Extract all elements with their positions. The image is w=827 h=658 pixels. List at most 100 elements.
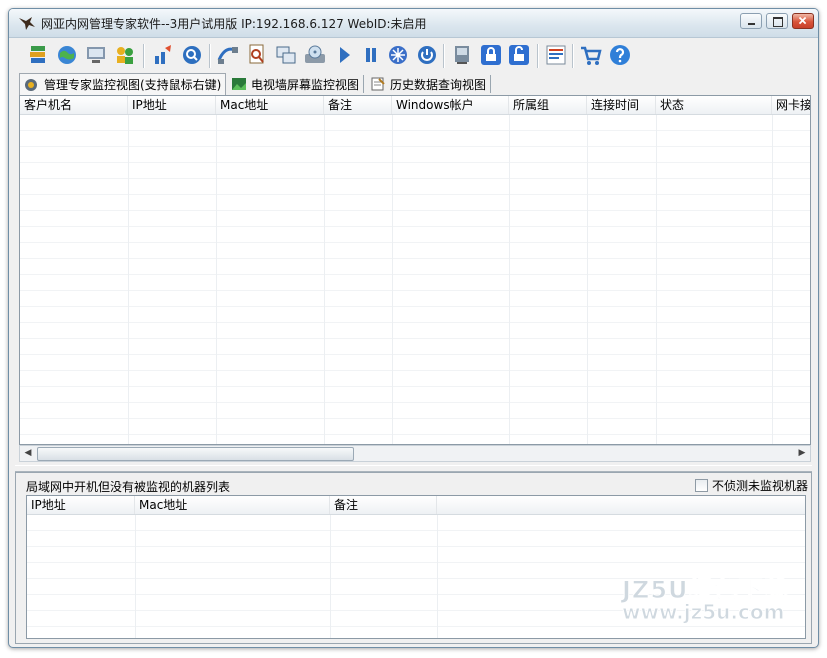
windows-icon bbox=[276, 46, 296, 64]
pane-splitter[interactable] bbox=[15, 465, 812, 472]
toolbar bbox=[9, 38, 818, 76]
search-globe-icon bbox=[183, 46, 201, 64]
column-divider bbox=[324, 115, 325, 444]
table-body bbox=[20, 115, 810, 444]
eagle-app-icon bbox=[19, 17, 35, 30]
client-monitor-table[interactable]: 客户机名 IP地址 Mac地址 备注 Windows帐户 所属组 连接时间 状态… bbox=[19, 95, 811, 445]
toolbar-separator bbox=[537, 44, 539, 68]
toolbar-button-9[interactable] bbox=[273, 42, 299, 68]
toolbar-button-2[interactable] bbox=[54, 42, 80, 68]
network-cable-icon bbox=[217, 47, 238, 64]
column-header[interactable]: 网卡接 bbox=[772, 96, 810, 114]
toolbar-button-13[interactable] bbox=[385, 42, 411, 68]
column-header[interactable]: 备注 bbox=[324, 96, 392, 114]
column-divider bbox=[128, 115, 129, 444]
table-header: 客户机名 IP地址 Mac地址 备注 Windows帐户 所属组 连接时间 状态… bbox=[20, 96, 810, 115]
toolbar-button-15[interactable] bbox=[449, 42, 475, 68]
computer-screen-icon bbox=[87, 47, 105, 63]
minimize-button[interactable] bbox=[740, 13, 762, 29]
column-divider bbox=[135, 515, 136, 638]
column-divider bbox=[587, 115, 588, 444]
column-divider bbox=[392, 115, 393, 444]
column-header[interactable]: IP地址 bbox=[27, 496, 135, 514]
monitor-view-icon bbox=[25, 78, 37, 91]
tab-label: 管理专家监控视图(支持鼠标右键) bbox=[44, 78, 222, 92]
column-header[interactable]: 连接时间 bbox=[587, 96, 656, 114]
toolbar-button-6[interactable] bbox=[179, 42, 205, 68]
tab-history-view[interactable]: 历史数据查询视图 bbox=[366, 75, 492, 93]
disc-drive-icon bbox=[305, 45, 325, 63]
window-title: 网亚内网管理专家软件--3用户试用版 IP:192.168.6.127 WebI… bbox=[41, 17, 427, 31]
toolbar-button-17[interactable] bbox=[506, 42, 532, 68]
column-divider bbox=[216, 115, 217, 444]
toolbar-button-20[interactable] bbox=[607, 42, 633, 68]
toolbar-button-5[interactable] bbox=[150, 42, 176, 68]
column-header[interactable]: 所属组 bbox=[509, 96, 587, 114]
column-divider bbox=[437, 515, 438, 638]
power-icon bbox=[418, 46, 436, 64]
maximize-button[interactable] bbox=[766, 13, 788, 29]
scroll-right-arrow-icon[interactable]: ▶ bbox=[794, 446, 810, 461]
window-controls bbox=[740, 13, 814, 29]
picture-icon bbox=[232, 78, 246, 90]
toolbar-separator bbox=[143, 44, 145, 68]
toolbar-button-16[interactable] bbox=[478, 42, 504, 68]
tab-tv-wall-view[interactable]: 电视墙屏幕监控视图 bbox=[227, 75, 365, 93]
pause-icon bbox=[366, 48, 376, 62]
close-icon bbox=[798, 16, 807, 25]
close-button[interactable] bbox=[792, 13, 814, 29]
help-icon bbox=[610, 45, 630, 65]
toolbar-button-1[interactable] bbox=[25, 42, 51, 68]
column-header[interactable]: IP地址 bbox=[128, 96, 216, 114]
column-header[interactable]: 备注 bbox=[330, 496, 437, 514]
app-window: 网亚内网管理专家软件--3用户试用版 IP:192.168.6.127 WebI… bbox=[8, 8, 819, 648]
toolbar-button-8[interactable] bbox=[244, 42, 270, 68]
monitor-icon bbox=[455, 46, 469, 64]
toolbar-separator bbox=[209, 44, 211, 68]
lock-icon bbox=[481, 45, 501, 65]
table-header: IP地址 Mac地址 备注 bbox=[27, 496, 805, 515]
toolbar-button-12[interactable] bbox=[358, 42, 384, 68]
users-icon bbox=[117, 47, 133, 64]
toolbar-separator bbox=[443, 44, 445, 68]
toolbar-separator bbox=[572, 44, 574, 68]
column-divider bbox=[330, 515, 331, 638]
scroll-left-arrow-icon[interactable]: ◀ bbox=[20, 446, 36, 461]
toolbar-button-18[interactable] bbox=[543, 42, 569, 68]
shopping-cart-icon bbox=[581, 46, 602, 65]
toolbar-button-10[interactable] bbox=[302, 42, 328, 68]
column-header[interactable]: Mac地址 bbox=[135, 496, 330, 514]
toolbar-button-14[interactable] bbox=[414, 42, 440, 68]
column-divider bbox=[656, 115, 657, 444]
toolbar-button-19[interactable] bbox=[578, 42, 604, 68]
scrollbar-thumb[interactable] bbox=[37, 447, 354, 461]
unlock-icon bbox=[509, 45, 529, 65]
toolbar-button-4[interactable] bbox=[112, 42, 138, 68]
checkbox-box[interactable] bbox=[694, 479, 708, 492]
column-header[interactable]: Mac地址 bbox=[216, 96, 324, 114]
view-tabs: 管理专家监控视图(支持鼠标右键) 电视墙屏幕监控视图 历史数据查询视图 bbox=[9, 73, 818, 95]
column-divider bbox=[772, 115, 773, 444]
column-header[interactable]: 状态 bbox=[656, 96, 772, 114]
watermark-line-2: www.jz5u.com bbox=[621, 600, 785, 625]
toolbar-button-11[interactable] bbox=[331, 42, 357, 68]
site-watermark: JZ5U绿色下载 www.jz5u.com bbox=[621, 570, 802, 626]
column-divider bbox=[509, 115, 510, 444]
maximize-icon bbox=[773, 17, 783, 27]
horizontal-scrollbar[interactable]: ◀ ▶ bbox=[19, 445, 811, 462]
column-header[interactable]: Windows帐户 bbox=[392, 96, 509, 114]
minimize-icon bbox=[748, 23, 755, 25]
toolbar-button-7[interactable] bbox=[215, 42, 241, 68]
play-icon bbox=[340, 47, 350, 63]
snowflake-icon bbox=[389, 46, 407, 64]
column-header[interactable]: 客户机名 bbox=[20, 96, 128, 114]
tab-monitor-view[interactable]: 管理专家监控视图(支持鼠标右键) bbox=[19, 73, 227, 95]
history-doc-icon bbox=[371, 77, 385, 91]
toolbar-button-3[interactable] bbox=[83, 42, 109, 68]
panel-title: 局域网中开机但没有被监视的机器列表 bbox=[26, 480, 231, 494]
books-icon bbox=[30, 46, 45, 63]
title-bar[interactable]: 网亚内网管理专家软件--3用户试用版 IP:192.168.6.127 WebI… bbox=[9, 9, 818, 38]
skip-unmonitored-checkbox[interactable]: 不侦测未监视机器 bbox=[694, 477, 808, 494]
document-search-icon bbox=[249, 44, 264, 64]
list-settings-icon bbox=[546, 45, 566, 65]
